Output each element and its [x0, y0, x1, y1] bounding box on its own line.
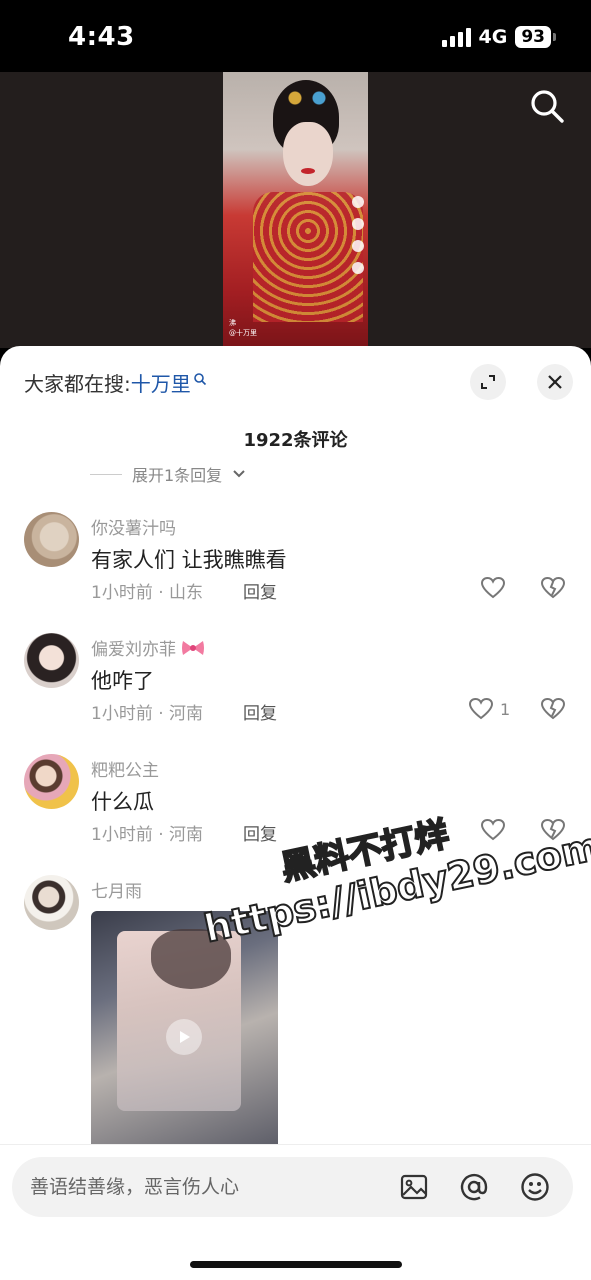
like-button[interactable]: 1 — [468, 697, 510, 721]
comment-meta: 1小时前 · 河南 — [91, 704, 204, 724]
search-icon[interactable] — [527, 86, 567, 126]
avatar[interactable] — [24, 875, 79, 930]
status-indicators: 4G 93 — [441, 26, 556, 48]
chevron-down-icon — [233, 470, 245, 478]
network-type: 4G — [478, 26, 508, 48]
dislike-button[interactable] — [540, 697, 566, 725]
dislike-button[interactable] — [540, 576, 566, 604]
comment-meta: 1小时前 · 山东 — [91, 583, 204, 603]
mention-icon[interactable] — [458, 1171, 490, 1203]
close-icon — [548, 375, 562, 389]
reply-button[interactable]: 回复 — [243, 699, 277, 724]
comment-text[interactable]: 他咋了 — [91, 665, 154, 695]
comment-username[interactable]: 七月雨 — [91, 877, 142, 902]
avatar[interactable] — [24, 754, 79, 809]
home-indicator[interactable] — [190, 1261, 402, 1268]
expand-button[interactable] — [470, 364, 506, 400]
comment-username[interactable]: 偏爱刘亦菲 — [91, 635, 206, 660]
watermark: 黑料不打烊 https://ibdy29.com — [190, 776, 591, 952]
like-button[interactable] — [480, 576, 512, 600]
comment-input-bar — [0, 1144, 591, 1280]
reply-button[interactable]: 回复 — [243, 820, 277, 845]
avatar[interactable] — [24, 633, 79, 688]
comment-input-box[interactable] — [12, 1157, 573, 1217]
expand-replies-label: 展开1条回复 — [132, 466, 223, 485]
small-search-icon — [193, 372, 206, 385]
video-thumbnail[interactable]: 沸 @十万里 — [223, 72, 368, 348]
bow-icon — [182, 640, 204, 655]
status-bar: 4:43 4G 93 — [0, 0, 591, 72]
heart-icon — [468, 697, 494, 720]
trending-search[interactable]: 大家都在搜: 十万里 — [24, 368, 207, 397]
trending-search-keyword[interactable]: 十万里 — [131, 368, 191, 397]
comment-sheet: 大家都在搜: 十万里 1922条评论 展开1条回复 你没薯汁吗 有家人们 让我瞧… — [0, 346, 591, 1280]
like-count: 1 — [500, 699, 511, 719]
comment-username[interactable]: 你没薯汁吗 — [91, 514, 176, 539]
comment-text[interactable]: 什么瓜 — [91, 786, 154, 816]
video-caption: 沸 @十万里 — [229, 319, 257, 337]
comment-text[interactable]: 有家人们 让我瞧瞧看 — [91, 544, 287, 574]
status-time: 4:43 — [68, 22, 135, 52]
battery-icon: 93 — [515, 26, 556, 48]
video-area[interactable]: 沸 @十万里 — [0, 72, 591, 348]
broken-heart-icon — [540, 697, 566, 720]
image-icon[interactable] — [398, 1171, 430, 1203]
signal-icon — [441, 27, 471, 47]
comment-video[interactable] — [91, 911, 278, 1151]
expand-icon — [481, 375, 495, 389]
comment-username[interactable]: 粑粑公主 — [91, 756, 159, 781]
broken-heart-icon — [540, 576, 566, 599]
expand-replies-button[interactable]: 展开1条回复 — [90, 462, 246, 486]
reply-button[interactable]: 回复 — [243, 578, 277, 603]
heart-icon — [480, 576, 506, 599]
video-side-icons — [352, 196, 364, 274]
play-icon[interactable] — [166, 1019, 202, 1055]
emoji-icon[interactable] — [519, 1171, 551, 1203]
trending-search-prefix: 大家都在搜: — [24, 372, 131, 396]
comment-input[interactable] — [30, 1157, 390, 1217]
avatar[interactable] — [24, 512, 79, 567]
comment-count: 1922条评论 — [243, 430, 348, 451]
close-button[interactable] — [537, 364, 573, 400]
comment-meta: 1小时前 · 河南 — [91, 825, 204, 845]
